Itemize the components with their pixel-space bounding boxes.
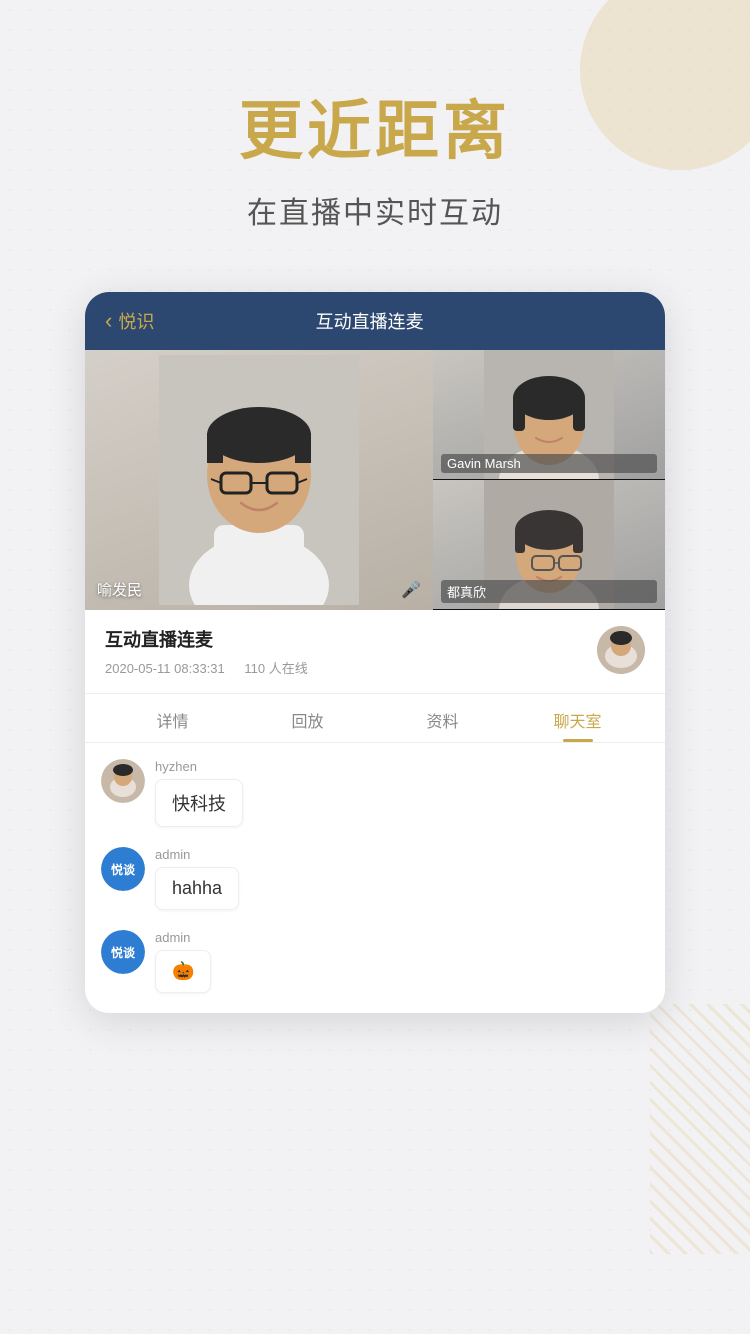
phone-nav-header: ‹ 悦识 互动直播连麦 xyxy=(85,292,665,350)
chat-body-1: hyzhen 快科技 xyxy=(155,759,649,827)
side-top-name: Gavin Marsh xyxy=(441,454,657,473)
header-section: 更近距离 在直播中实时互动 xyxy=(0,0,750,252)
chat-bubble-3: 🎃 xyxy=(155,950,211,993)
chat-message-2: 悦谈 admin hahha xyxy=(101,847,649,910)
side-video-top: Gavin Marsh xyxy=(433,350,665,480)
session-title: 互动直播连麦 xyxy=(105,626,597,652)
tab-bar: 详情 回放 资料 聊天室 xyxy=(85,694,665,743)
sub-title: 在直播中实时互动 xyxy=(0,188,750,232)
chat-message-3: 悦谈 admin 🎃 xyxy=(101,930,649,993)
main-title: 更近距离 xyxy=(0,80,750,172)
side-bottom-name: 都真欣 xyxy=(441,580,657,603)
chat-bubble-2: hahha xyxy=(155,867,239,910)
session-date: 2020-05-11 08:33:31 xyxy=(105,661,225,676)
chat-username-3: admin xyxy=(155,930,649,945)
side-video-column: Gavin Marsh xyxy=(433,350,665,610)
yueshi-badge-3: 悦谈 xyxy=(101,930,145,974)
tab-materials[interactable]: 资料 xyxy=(375,694,510,742)
chat-username-2: admin xyxy=(155,847,649,862)
main-video-face xyxy=(85,350,433,610)
yueshi-badge-2: 悦谈 xyxy=(101,847,145,891)
session-meta: 2020-05-11 08:33:31 110 人在线 xyxy=(105,658,597,677)
mic-icon: 🎤 xyxy=(401,580,421,600)
badge-label-3: 悦谈 xyxy=(111,944,135,961)
side-video-bottom: 都真欣 xyxy=(433,480,665,610)
chat-bubble-1: 快科技 xyxy=(155,779,243,827)
video-area: 喻发民 🎤 xyxy=(85,350,665,610)
main-video: 喻发民 🎤 xyxy=(85,350,433,610)
phone-card: ‹ 悦识 互动直播连麦 xyxy=(85,292,665,1013)
tab-details[interactable]: 详情 xyxy=(105,694,240,742)
session-online: 110 人在线 xyxy=(244,661,307,676)
main-presenter-name: 喻发民 xyxy=(97,579,142,600)
badge-label-2: 悦谈 xyxy=(111,861,135,878)
info-section: 互动直播连麦 2020-05-11 08:33:31 110 人在线 xyxy=(85,610,665,694)
chat-username-1: hyzhen xyxy=(155,759,649,774)
nav-title: 互动直播连麦 xyxy=(154,308,585,334)
main-presenter-avatar xyxy=(159,355,359,605)
session-host-avatar xyxy=(597,626,645,674)
chat-body-3: admin 🎃 xyxy=(155,930,649,993)
chat-avatar-1 xyxy=(101,759,145,803)
chat-section: hyzhen 快科技 悦谈 admin hahha 悦谈 xyxy=(85,743,665,993)
tab-chat[interactable]: 聊天室 xyxy=(510,694,645,742)
chat-avatar-2: 悦谈 xyxy=(101,847,145,891)
chat-body-2: admin hahha xyxy=(155,847,649,910)
info-text: 互动直播连麦 2020-05-11 08:33:31 110 人在线 xyxy=(105,626,597,677)
tab-replay[interactable]: 回放 xyxy=(240,694,375,742)
back-button[interactable]: ‹ 悦识 xyxy=(105,308,154,334)
back-chevron-icon: ‹ xyxy=(105,308,112,334)
chat-message-1: hyzhen 快科技 xyxy=(101,759,649,827)
back-label: 悦识 xyxy=(118,308,154,334)
chat-avatar-3: 悦谈 xyxy=(101,930,145,974)
